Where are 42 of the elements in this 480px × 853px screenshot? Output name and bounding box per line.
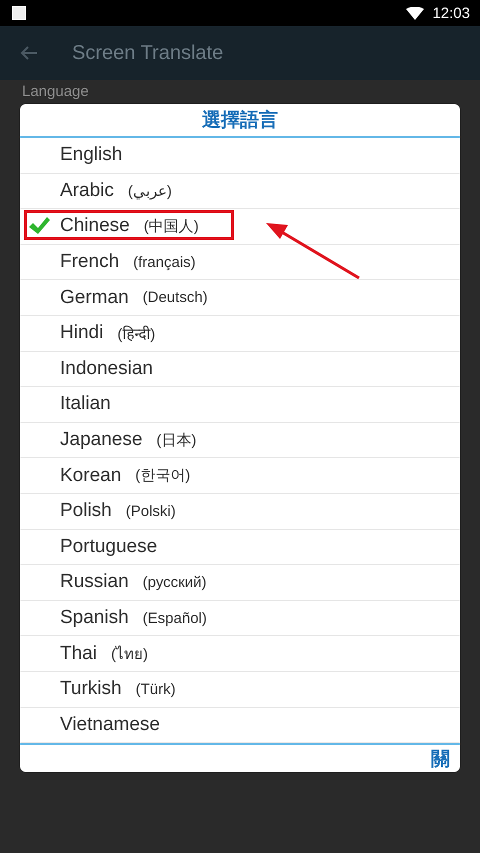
native-name: (हिन्दी) — [117, 324, 156, 344]
language-name: Spanish — [60, 607, 129, 630]
native-name: (Deutsch) — [142, 289, 208, 306]
close-button[interactable]: 關 — [431, 746, 450, 772]
native-name: (Polski) — [126, 502, 176, 520]
native-name: (Türk) — [136, 680, 176, 698]
language-name: Hindi — [60, 322, 104, 344]
language-name: German — [60, 286, 129, 309]
app-title: Screen Translate — [72, 42, 224, 64]
native-name: (русский) — [142, 574, 206, 591]
language-name: Indonesian — [60, 358, 153, 380]
clock-time: 12:03 — [432, 4, 470, 22]
native-name: (Español) — [142, 610, 207, 627]
language-name: Polish — [60, 500, 112, 522]
language-item[interactable]: Spanish (Español) — [20, 600, 460, 636]
language-name: Portuguese — [60, 536, 158, 558]
language-name: Chinese — [60, 215, 130, 238]
native-name: (한국어) — [135, 466, 190, 486]
language-item[interactable]: Vietnamese — [20, 708, 460, 744]
language-name: English — [60, 144, 122, 166]
back-arrow-icon[interactable] — [20, 45, 38, 61]
native-name: (中国人) — [144, 216, 199, 236]
check-icon — [28, 216, 50, 236]
language-item[interactable]: Indonesian — [20, 352, 460, 388]
language-item[interactable]: Portuguese — [20, 530, 460, 566]
language-name: Russian — [60, 571, 129, 594]
native-name: (ไทย) — [110, 644, 148, 665]
language-name: Turkish — [60, 678, 122, 700]
native-name: (français) — [133, 254, 196, 271]
language-name: Korean — [60, 464, 122, 487]
native-name: (日本) — [156, 430, 196, 450]
notification-icon — [12, 6, 26, 20]
wifi-icon — [406, 6, 424, 20]
language-name: French — [60, 251, 120, 274]
language-name: Thai — [60, 642, 97, 665]
language-name: Arabic — [60, 180, 114, 202]
language-name: Italian — [60, 393, 111, 416]
section-label: Language — [22, 83, 89, 101]
language-name: Japanese — [60, 429, 142, 452]
language-item[interactable]: Chinese (中国人) — [20, 209, 460, 245]
language-name: Vietnamese — [60, 714, 160, 736]
native-name: (عربي) — [128, 182, 172, 200]
